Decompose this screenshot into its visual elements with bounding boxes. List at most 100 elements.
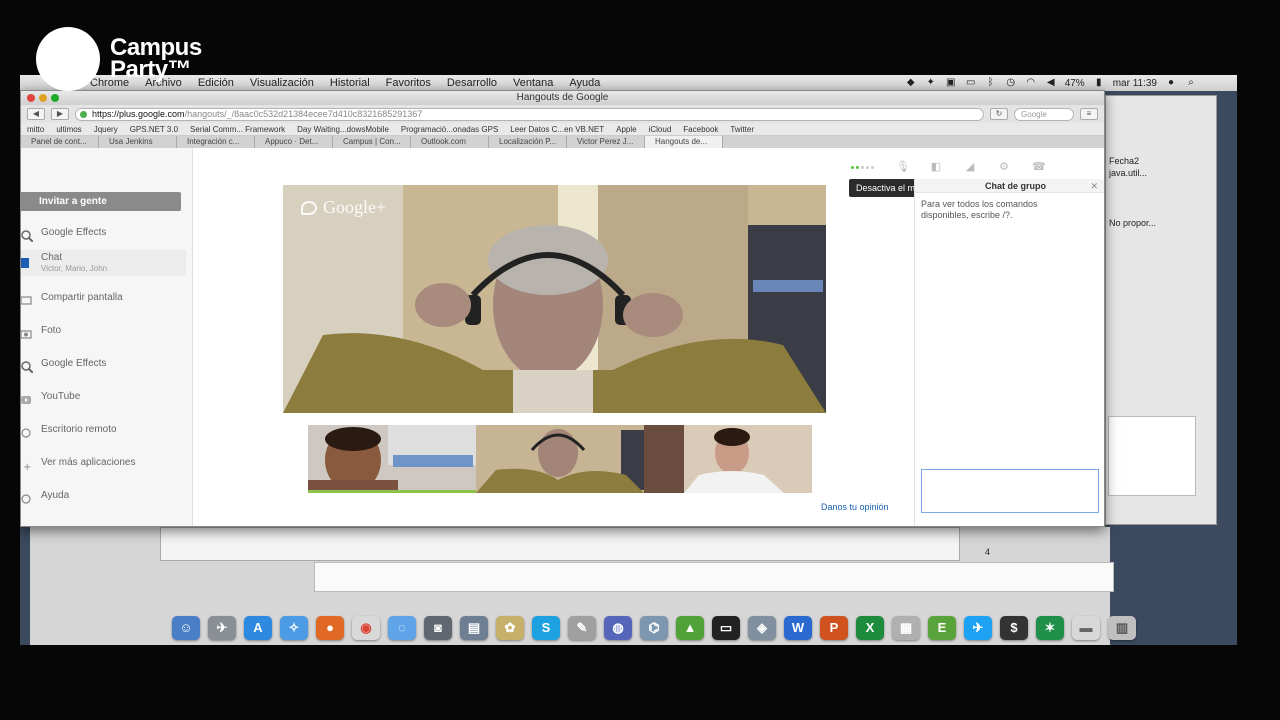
twitter-icon[interactable]: ✈ <box>964 615 992 640</box>
minimize-window-icon[interactable] <box>39 94 47 102</box>
bookmark-item[interactable]: Facebook <box>683 125 718 134</box>
browser-tab-active[interactable]: Hangouts de... <box>645 136 723 148</box>
powerpoint-icon[interactable]: P <box>820 615 848 640</box>
dropbox-icon[interactable]: ✦ <box>925 78 937 88</box>
sidebar-item-google-effects[interactable]: Google Effects <box>21 220 186 246</box>
photos-icon[interactable]: ✿ <box>496 615 524 640</box>
close-window-icon[interactable] <box>27 94 35 102</box>
main-video[interactable]: Google+ <box>283 185 826 413</box>
word-icon[interactable]: W <box>784 615 812 640</box>
menu-ventana[interactable]: Ventana <box>513 77 553 89</box>
menu-ayuda[interactable]: Ayuda <box>569 77 600 89</box>
postgres-icon[interactable]: ⌬ <box>640 615 668 640</box>
mail-icon[interactable]: ◍ <box>604 615 632 640</box>
bookmark-item[interactable]: Jquery <box>94 125 118 134</box>
browser-tab[interactable]: Campus | Con... <box>333 136 411 148</box>
sidebar-item-photo[interactable]: Foto <box>20 318 186 344</box>
spotlight-icon[interactable]: ⌕ <box>1185 78 1197 88</box>
bluetooth-icon[interactable]: ᛒ <box>985 78 997 88</box>
safari-icon[interactable]: ✧ <box>280 615 308 640</box>
microphone-icon[interactable]: 🎙 <box>896 161 910 173</box>
wifi-icon[interactable]: ◠ <box>1025 78 1037 88</box>
sidebar-item-google-effects-2[interactable]: Google Effects <box>21 351 186 377</box>
app-icon[interactable]: ✶ <box>1036 615 1064 640</box>
browser-tab[interactable]: Usa Jenkins <box>99 136 177 148</box>
bookmark-item[interactable]: Leer Datos C...en VB.NET <box>510 125 604 134</box>
bookmark-item[interactable]: iCloud <box>649 125 672 134</box>
trash-icon[interactable]: ▥ <box>1108 615 1136 640</box>
messages-icon[interactable]: ◌ <box>388 615 416 640</box>
evernote-icon[interactable]: E <box>928 615 956 640</box>
battery-percent[interactable]: 47% <box>1065 78 1085 89</box>
browser-tab[interactable]: Integración c... <box>177 136 255 148</box>
firefox-icon[interactable]: ● <box>316 615 344 640</box>
menu-icon[interactable]: ≡ <box>1080 108 1098 120</box>
feedback-link[interactable]: Danos tu opinión <box>821 502 889 512</box>
menu-edicion[interactable]: Edición <box>198 77 234 89</box>
time-machine-icon[interactable]: ◷ <box>1005 78 1017 88</box>
app-icon[interactable]: ✎ <box>568 615 596 640</box>
sidebar-item-chat[interactable]: Chat Victor, Mario, John <box>21 250 186 276</box>
forward-icon[interactable]: ▶ <box>51 108 69 120</box>
skype-icon[interactable]: S <box>532 615 560 640</box>
browser-tab[interactable]: Panel de cont... <box>21 136 99 148</box>
bandwidth-icon[interactable]: ◢ <box>964 161 976 173</box>
finder-icon[interactable]: ☺ <box>172 615 200 640</box>
bookmark-item[interactable]: Serial Comm... Framework <box>190 125 285 134</box>
campus-party-logo: Campus Party™ <box>36 27 202 91</box>
bookmark-item[interactable]: Programació...onadas GPS <box>401 125 498 134</box>
browser-tab[interactable]: Victor Perez J... <box>567 136 645 148</box>
preview-icon[interactable]: ▤ <box>460 615 488 640</box>
text-area[interactable] <box>1108 416 1196 496</box>
invite-people-button[interactable]: Invitar a gente <box>21 192 181 211</box>
sidebar-item-help[interactable]: Ayuda <box>21 483 186 509</box>
browser-tab[interactable]: Outlook.com <box>411 136 489 148</box>
menu-desarrollo[interactable]: Desarrollo <box>447 77 497 89</box>
bookmark-item[interactable]: ultimos <box>56 125 81 134</box>
menu-favoritos[interactable]: Favoritos <box>386 77 431 89</box>
sidebar-item-remote-desktop[interactable]: Escritorio remoto <box>21 417 186 443</box>
android-icon[interactable]: ▲ <box>676 615 704 640</box>
settings-icon[interactable]: ⚙ <box>998 161 1010 173</box>
status-icon[interactable]: ▣ <box>945 78 957 88</box>
app-icon[interactable]: ▦ <box>892 615 920 640</box>
sidebar-item-youtube[interactable]: YouTube <box>21 384 186 410</box>
app-icon[interactable]: $ <box>1000 615 1028 640</box>
zoom-window-icon[interactable] <box>51 94 59 102</box>
facetime-icon[interactable]: ◙ <box>424 615 452 640</box>
participant-thumbnail[interactable] <box>644 425 812 493</box>
reload-icon[interactable]: ↻ <box>990 108 1008 120</box>
excel-icon[interactable]: X <box>856 615 884 640</box>
user-icon[interactable]: ● <box>1165 78 1177 88</box>
menu-historial[interactable]: Historial <box>330 77 370 89</box>
back-icon[interactable]: ◀ <box>27 108 45 120</box>
camera-toggle-icon[interactable]: ◧ <box>930 161 942 173</box>
folder-icon[interactable]: ▬ <box>1072 615 1100 640</box>
participant-thumbnail[interactable] <box>476 425 644 493</box>
bookmark-item[interactable]: mitto <box>27 125 44 134</box>
search-field[interactable]: Google <box>1014 107 1074 121</box>
participant-thumbnail[interactable] <box>308 425 476 493</box>
browser-tab[interactable]: Localización P... <box>489 136 567 148</box>
bookmark-item[interactable]: Twitter <box>730 125 754 134</box>
bookmark-item[interactable]: Apple <box>616 125 636 134</box>
sidebar-item-screenshare[interactable]: Compartir pantalla <box>20 285 186 311</box>
display-icon[interactable]: ▭ <box>965 78 977 88</box>
bookmark-item[interactable]: GPS.NET 3.0 <box>130 125 178 134</box>
status-icon[interactable]: ◆ <box>905 78 917 88</box>
chrome-icon[interactable]: ◉ <box>352 615 380 640</box>
bookmark-item[interactable]: Day Waiting...dowsMobile <box>297 125 389 134</box>
volume-icon[interactable]: ◀ <box>1045 78 1057 88</box>
app-icon[interactable]: ◈ <box>748 615 776 640</box>
terminal-icon[interactable]: ▭ <box>712 615 740 640</box>
hang-up-icon[interactable]: ☎ <box>1032 161 1046 173</box>
browser-tab[interactable]: Appuco · Det... <box>255 136 333 148</box>
address-bar[interactable]: https://plus.google.com/hangouts/_/8aac0… <box>75 107 984 121</box>
menu-visualizacion[interactable]: Visualización <box>250 77 314 89</box>
close-icon[interactable]: ✕ <box>1090 179 1098 193</box>
sidebar-item-more-apps[interactable]: + Ver más aplicaciones <box>21 450 186 476</box>
launchpad-icon[interactable]: ✈ <box>208 615 236 640</box>
menubar-clock[interactable]: mar 11:39 <box>1113 78 1157 89</box>
chat-input[interactable] <box>921 469 1099 513</box>
app-store-icon[interactable]: A <box>244 615 272 640</box>
